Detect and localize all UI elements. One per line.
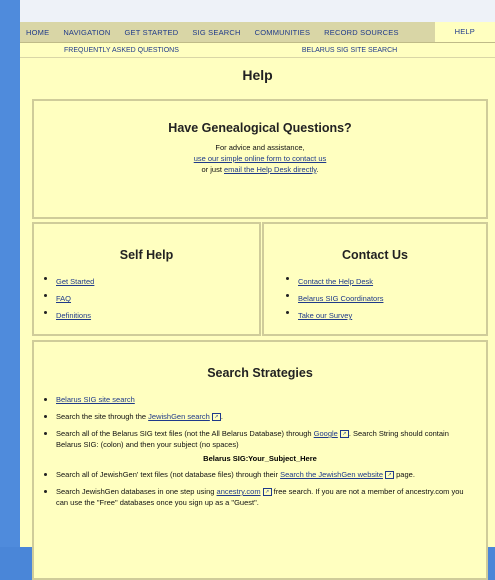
list-item: FAQ: [44, 290, 259, 307]
self-help-list: Get Started FAQ Definitions: [34, 273, 259, 324]
list-item: Take our Survey: [286, 307, 486, 324]
external-link-icon: ↗: [211, 413, 221, 422]
nav-navigation[interactable]: NAVIGATION: [63, 28, 110, 37]
list-item: Search the site through the JewishGen se…: [44, 411, 468, 422]
genealogical-line1: For advice and assistance,: [215, 143, 305, 152]
sub-nav: FREQUENTLY ASKED QUESTIONS BELARUS SIG S…: [20, 43, 495, 58]
contact-help-desk-link[interactable]: Contact the Help Desk: [298, 277, 373, 286]
item4-suffix: page.: [394, 470, 415, 479]
nav-get-started[interactable]: GET STARTED: [124, 28, 178, 37]
search-jewishgen-website-link[interactable]: Search the JewishGen website: [280, 470, 383, 479]
genealogical-line2: use our simple online form to contact us: [34, 153, 486, 164]
genealogical-title: Have Genealogical Questions?: [168, 121, 352, 135]
list-item: Contact the Help Desk: [286, 273, 486, 290]
genealogical-line3: or just email the Help Desk directly.: [34, 164, 486, 175]
search-string-example: Belarus SIG:Your_Subject_Here: [203, 454, 317, 463]
search-title: Search Strategies: [207, 366, 313, 380]
line3-prefix: or just: [201, 165, 224, 174]
external-link-icon: ↗: [385, 471, 395, 480]
contact-us-box: Contact Us Contact the Help Desk Belarus…: [262, 222, 488, 336]
search-list: Belarus SIG site search Search the site …: [34, 394, 486, 450]
list-item: Search JewishGen databases in one step u…: [44, 486, 468, 508]
ancestry-link[interactable]: ancestry.com: [217, 487, 261, 496]
item3-prefix: Search all of the Belarus SIG text files…: [56, 429, 314, 438]
jewishgen-search-link[interactable]: JewishGen search: [148, 412, 210, 421]
contact-list: Contact the Help Desk Belarus SIG Coordi…: [264, 273, 486, 324]
genealogical-questions-box: Have Genealogical Questions? For advice …: [32, 99, 488, 219]
nav-communities[interactable]: COMMUNITIES: [255, 28, 311, 37]
subnav-site-search[interactable]: BELARUS SIG SITE SEARCH: [302, 47, 397, 54]
list-item: Definitions: [44, 307, 259, 324]
contact-title: Contact Us: [342, 248, 408, 262]
nav-home[interactable]: HOME: [26, 28, 49, 37]
nav-record-sources[interactable]: RECORD SOURCES: [324, 28, 398, 37]
belarus-site-search-link[interactable]: Belarus SIG site search: [56, 395, 135, 404]
help-page: HOME NAVIGATION GET STARTED SIG SEARCH C…: [20, 22, 495, 580]
external-link-icon: ↗: [339, 430, 349, 439]
list-item: Search all of JewishGen' text files (not…: [44, 469, 468, 480]
faq-link[interactable]: FAQ: [56, 294, 71, 303]
nav-help[interactable]: HELP: [434, 22, 495, 42]
search-list-2: Search all of JewishGen' text files (not…: [34, 469, 486, 508]
list-item: Belarus SIG site search: [44, 394, 468, 405]
page-title: Help: [242, 67, 273, 83]
subnav-faq[interactable]: FREQUENTLY ASKED QUESTIONS: [64, 47, 179, 54]
search-strategies-box: Search Strategies Belarus SIG site searc…: [32, 340, 488, 580]
item2-prefix: Search the site through the: [56, 412, 149, 421]
item2-suffix: .: [220, 412, 223, 421]
item5-prefix: Search JewishGen databases in one step u…: [56, 487, 217, 496]
main-nav: HOME NAVIGATION GET STARTED SIG SEARCH C…: [20, 22, 495, 43]
email-help-desk-link[interactable]: email the Help Desk directly: [224, 165, 316, 174]
survey-link[interactable]: Take our Survey: [298, 311, 352, 320]
line3-suffix: .: [316, 165, 319, 174]
list-item: Get Started: [44, 273, 259, 290]
top-strip: [20, 0, 495, 22]
get-started-link[interactable]: Get Started: [56, 277, 94, 286]
google-link[interactable]: Google: [314, 429, 338, 438]
list-item: Search all of the Belarus SIG text files…: [44, 428, 468, 450]
contact-form-link[interactable]: use our simple online form to contact us: [194, 154, 327, 163]
self-help-box: Self Help Get Started FAQ Definitions: [32, 222, 261, 336]
list-item: Belarus SIG Coordinators: [286, 290, 486, 307]
item4-prefix: Search all of JewishGen' text files (not…: [56, 470, 281, 479]
definitions-link[interactable]: Definitions: [56, 311, 91, 320]
coordinators-link[interactable]: Belarus SIG Coordinators: [298, 294, 383, 303]
external-link-icon: ↗: [262, 488, 272, 497]
left-background: [0, 0, 20, 547]
nav-sig-search[interactable]: SIG SEARCH: [192, 28, 240, 37]
self-help-title: Self Help: [119, 248, 174, 262]
